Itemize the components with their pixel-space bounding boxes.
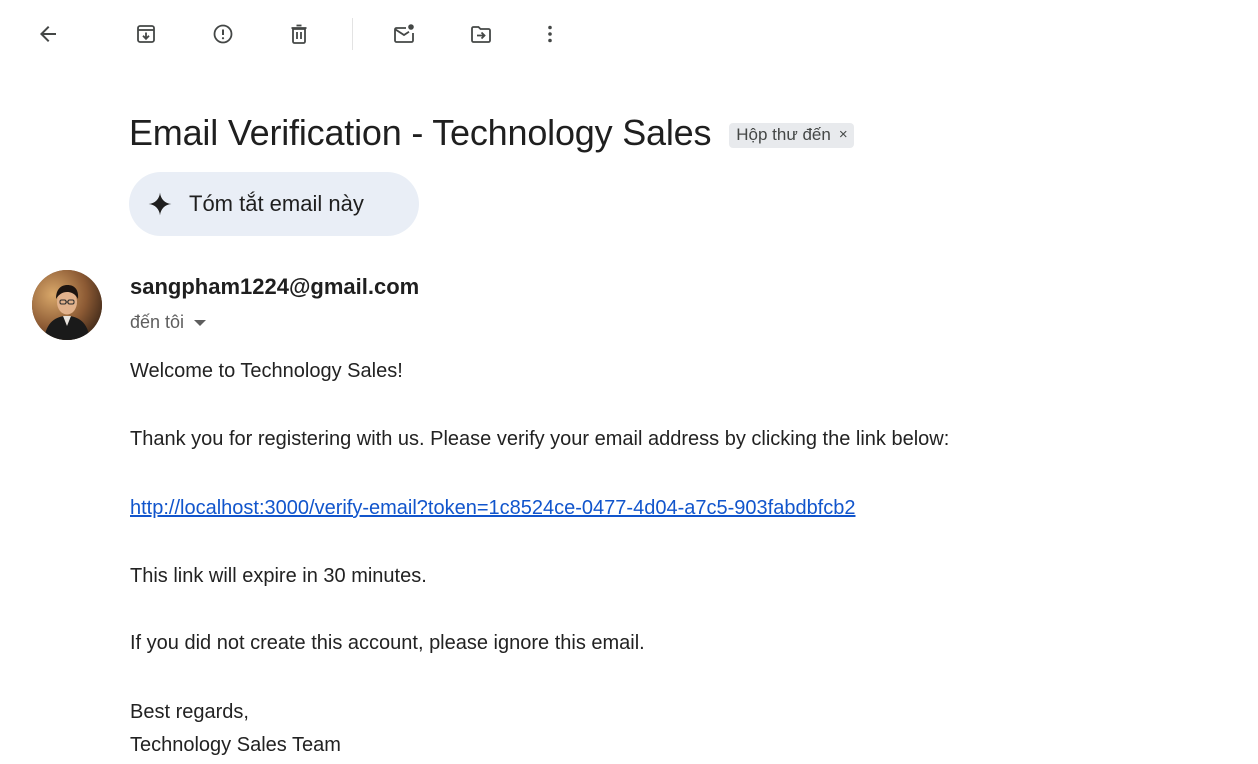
body-welcome: Welcome to Technology Sales!	[130, 360, 403, 382]
body-instructions: Thank you for registering with us. Pleas…	[130, 428, 950, 450]
email-view: Email Verification - Technology Sales Hộ…	[0, 0, 1258, 764]
remove-label-icon[interactable]: ×	[839, 126, 848, 143]
label-chip-text: Hộp thư đến	[736, 124, 831, 144]
email-subject: Email Verification - Technology Sales	[129, 112, 712, 153]
report-spam-icon[interactable]	[203, 14, 243, 54]
body-signature: Technology Sales Team	[130, 734, 341, 756]
move-to-icon[interactable]	[461, 14, 501, 54]
inbox-label-chip[interactable]: Hộp thư đến ×	[729, 122, 854, 148]
sparkle-icon	[148, 192, 172, 216]
verification-link[interactable]: http://localhost:3000/verify-email?token…	[130, 497, 856, 520]
recipient-label: đến tôi	[130, 312, 185, 332]
body-disclaimer: If you did not create this account, plea…	[130, 632, 645, 654]
summarize-email-button[interactable]: Tóm tắt email này	[129, 172, 419, 236]
sender-email[interactable]: sangpham1224@gmail.com	[130, 274, 419, 300]
summarize-label: Tóm tắt email này	[189, 191, 364, 216]
subject-row: Email Verification - Technology Sales Hộ…	[129, 112, 854, 154]
toolbar-divider	[352, 18, 353, 50]
body-closing: Best regards,	[130, 701, 249, 723]
archive-icon[interactable]	[126, 14, 166, 54]
recipient-details-toggle[interactable]: đến tôi	[130, 312, 207, 333]
more-options-icon[interactable]	[530, 14, 570, 54]
back-arrow-icon[interactable]	[28, 14, 68, 54]
sender-avatar[interactable]	[32, 270, 102, 340]
body-expiry: This link will expire in 30 minutes.	[130, 565, 427, 587]
delete-icon[interactable]	[279, 14, 319, 54]
caret-down-icon	[194, 319, 207, 326]
mark-unread-icon[interactable]	[384, 14, 424, 54]
